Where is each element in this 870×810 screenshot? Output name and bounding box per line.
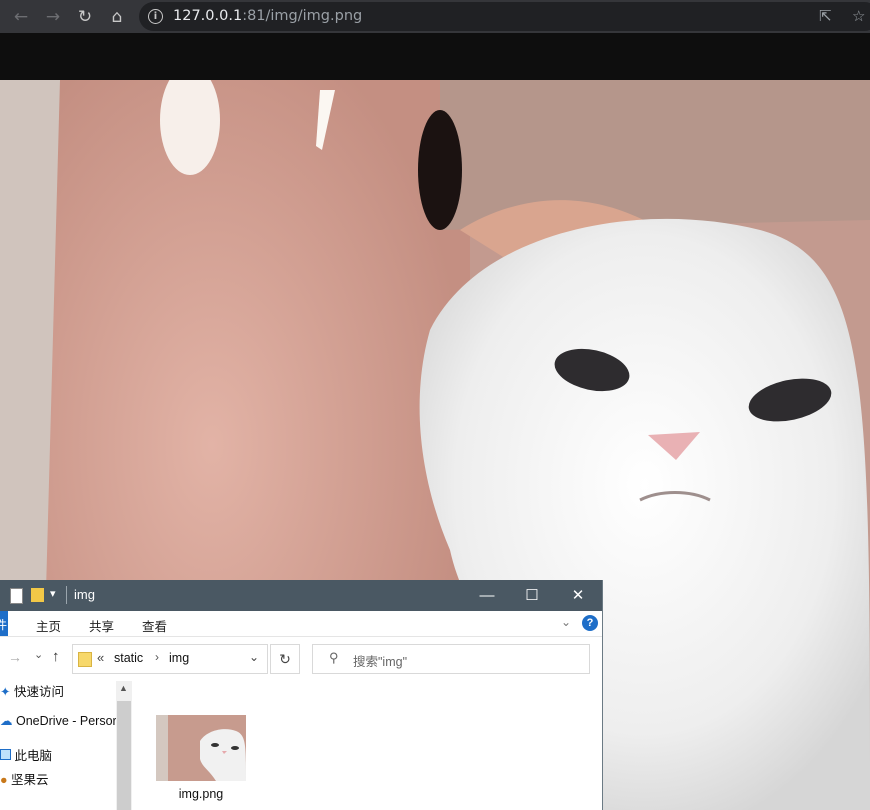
nav-item-quick-access[interactable]: ✦ 快速访问 — [0, 681, 64, 700]
bookmark-star-icon[interactable]: ☆ — [852, 7, 865, 25]
quick-access-dropdown-icon[interactable]: ▾ — [50, 587, 56, 600]
star-icon: ✦ — [0, 685, 11, 699]
navigation-pane: ✦ 快速访问 ☁ OneDrive - Persor 此电脑 ● 坚果云 ▲ — [0, 681, 132, 810]
reload-icon[interactable]: ↻ — [72, 4, 98, 30]
recent-locations-icon[interactable]: ⌄ — [34, 648, 43, 661]
site-info-icon[interactable]: i — [148, 9, 163, 24]
breadcrumb-separator-icon: › — [155, 650, 159, 664]
tab-file[interactable]: 件 — [0, 611, 8, 636]
navigation-bar: → ⌄ ↑ « static › img ⌄ ↻ ⚲ 搜索"img" — [0, 637, 602, 681]
file-explorer-window: ▾ img — ☐ ✕ 件 主页 共享 查看 ⌄ ? → ⌄ ↑ « stati… — [0, 580, 603, 810]
help-icon[interactable]: ? — [582, 615, 598, 631]
up-icon[interactable]: ↑ — [52, 648, 60, 665]
nut-icon: ● — [0, 773, 8, 787]
nav-item-onedrive[interactable]: ☁ OneDrive - Persor — [0, 713, 117, 728]
search-placeholder: 搜索"img" — [353, 655, 408, 669]
close-button[interactable]: ✕ — [555, 580, 601, 611]
tab-view[interactable]: 查看 — [142, 616, 167, 635]
computer-icon — [0, 749, 11, 760]
browser-toolbar: ← → ↻ ⌂ i 127.0.0.1:81/img/img.png ⇱ ☆ — [0, 0, 870, 33]
folder-icon[interactable] — [31, 588, 44, 602]
nav-item-label: 此电脑 — [14, 749, 52, 763]
nav-item-label: OneDrive - Persor — [15, 714, 117, 728]
refresh-button[interactable]: ↻ — [270, 644, 300, 674]
file-thumbnail[interactable] — [156, 715, 246, 781]
ribbon-expand-icon[interactable]: ⌄ — [561, 615, 571, 629]
scrollbar-thumb[interactable] — [117, 701, 131, 810]
search-icon: ⚲ — [329, 650, 339, 665]
file-name[interactable]: img.png — [156, 787, 246, 801]
overflow-chevron-icon[interactable]: « — [97, 650, 104, 665]
title-divider — [66, 586, 67, 604]
page-top-area — [0, 33, 870, 80]
nav-item-this-pc[interactable]: 此电脑 — [0, 745, 52, 764]
nav-item-label: 坚果云 — [11, 773, 49, 787]
address-box[interactable]: « static › img ⌄ — [72, 644, 268, 674]
breadcrumb-img[interactable]: img — [169, 651, 189, 665]
forward-icon[interactable]: → — [40, 4, 66, 30]
address-bar[interactable]: i 127.0.0.1:81/img/img.png ⇱ ☆ — [139, 2, 870, 31]
window-title: img — [74, 587, 95, 602]
cloud-icon: ☁ — [0, 714, 13, 728]
nav-scrollbar[interactable]: ▲ — [116, 681, 132, 810]
nav-item-jianguoyun[interactable]: ● 坚果云 — [0, 769, 49, 788]
nav-item-label: 快速访问 — [13, 685, 64, 699]
tab-share[interactable]: 共享 — [89, 616, 114, 635]
folder-icon — [78, 652, 92, 667]
search-box[interactable]: ⚲ 搜索"img" — [312, 644, 590, 674]
thumbnail-cat-image — [156, 715, 246, 781]
file-list: img.png — [132, 681, 602, 810]
properties-icon[interactable] — [10, 588, 23, 604]
minimize-button[interactable]: — — [464, 580, 510, 611]
back-icon[interactable]: ← — [8, 4, 34, 30]
forward-nav-icon[interactable]: → — [8, 649, 22, 665]
explorer-titlebar[interactable]: ▾ img — ☐ ✕ — [0, 580, 602, 611]
share-icon[interactable]: ⇱ — [819, 7, 832, 25]
tab-home[interactable]: 主页 — [36, 616, 61, 635]
ribbon-tabs: 件 主页 共享 查看 ⌄ ? — [0, 611, 602, 637]
breadcrumb-static[interactable]: static — [114, 651, 143, 665]
maximize-button[interactable]: ☐ — [509, 580, 555, 611]
tab-file-label: 件 — [0, 618, 8, 632]
home-icon[interactable]: ⌂ — [104, 4, 130, 30]
scroll-up-icon[interactable]: ▲ — [119, 683, 128, 693]
address-dropdown-icon[interactable]: ⌄ — [249, 650, 259, 664]
url-text[interactable]: 127.0.0.1:81/img/img.png — [173, 8, 362, 24]
